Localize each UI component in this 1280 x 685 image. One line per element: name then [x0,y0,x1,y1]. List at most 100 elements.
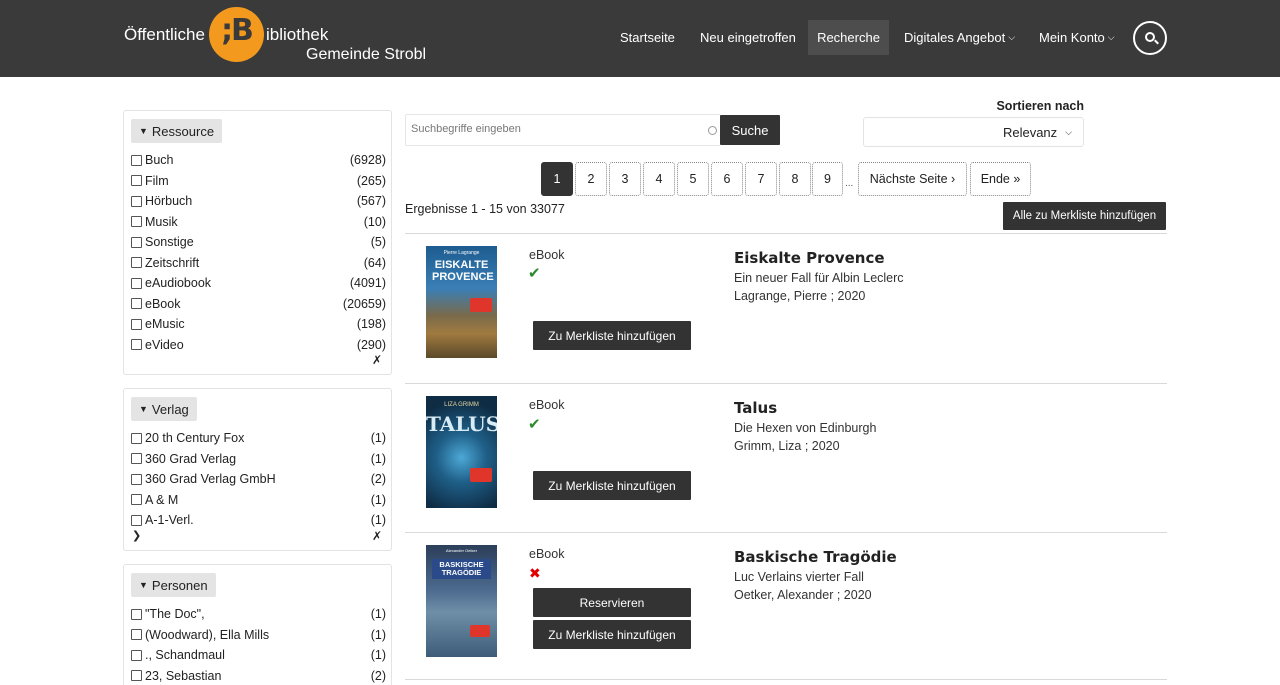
nav-startseite[interactable]: Startseite [620,20,675,55]
logo-subtitle[interactable]: Gemeinde Strobl [306,46,426,64]
facet-option-count: (4091) [349,276,386,290]
checkbox[interactable] [131,257,142,268]
logo-icon[interactable]: ;B [209,7,264,62]
facet-option[interactable]: ., Schandmaul (1) [131,646,386,664]
checkbox[interactable] [131,514,142,526]
facet-option[interactable]: eAudiobook (4091) [131,274,386,292]
facet-option-label: "The Doc", [145,607,205,621]
checkbox[interactable] [131,432,142,444]
clear-filter-icon[interactable]: ✗ [372,353,382,367]
checkbox[interactable] [131,670,142,681]
book-cover[interactable]: Pierre Lagrange EISKALTE PROVENCE [426,246,497,358]
facet-toggle-personen[interactable]: ▼ Personen [131,573,216,597]
facet-option[interactable]: eVideo (290) [131,336,386,354]
header-search-button[interactable] [1133,21,1167,55]
result-author-year: Oetker, Alexander ; 2020 [734,588,872,602]
search-button[interactable]: Suche [720,115,780,145]
facet-option[interactable]: Hörbuch (567) [131,192,386,210]
facet-option-label: A & M [145,492,179,507]
triangle-down-icon: ▼ [139,580,148,590]
logo-text-right[interactable]: ibliothek [266,25,328,45]
last-page-button[interactable]: Ende » [970,162,1031,196]
facet-option-label: Film [145,173,169,188]
cover-author: Alexander Oetker [445,548,478,553]
checkbox[interactable] [131,236,142,248]
checkbox[interactable] [131,277,142,289]
nav-neu-eingetroffen[interactable]: Neu eingetroffen [700,20,796,55]
facet-option[interactable]: "The Doc", (1) [131,605,386,623]
sort-selected-value: Relevanz [1002,124,1058,140]
chevron-down-icon: ⌵ [1008,32,1016,42]
checkbox[interactable] [131,649,142,661]
next-page-button[interactable]: Nächste Seite › [858,162,967,196]
checkbox[interactable] [131,608,142,620]
checkbox[interactable] [131,175,142,186]
facet-option[interactable]: eBook (20659) [131,295,386,313]
checkbox[interactable] [131,298,142,309]
facet-option[interactable]: eMusic (198) [131,315,386,333]
checkbox[interactable] [131,339,142,350]
facet-toggle-ressource[interactable]: ▼ Ressource [131,119,223,143]
book-cover[interactable]: LIZA GRIMM TALUS [426,396,497,508]
nav-recherche[interactable]: Recherche [808,20,889,55]
facet-option[interactable]: Film (265) [131,172,386,190]
page-3[interactable]: 3 [609,162,641,196]
checkbox[interactable] [131,494,142,505]
facet-option[interactable]: 20 th Century Fox (1) [131,429,386,447]
chevron-down-icon[interactable]: ❯ [132,529,141,542]
nav-mein-konto[interactable]: Mein Konto ⌵ [1039,20,1115,55]
facet-option[interactable]: Musik (10) [131,213,386,231]
book-cover[interactable]: Alexander Oetker BASKISCHE TRAGÖDIE [426,545,497,657]
page-4[interactable]: 4 [643,162,675,196]
add-all-to-list-button[interactable]: Alle zu Merkliste hinzufügen [1003,202,1166,230]
nav-label: Recherche [817,30,880,45]
facet-option-count: (265) [356,173,386,188]
facet-option-label: 23, Sebastian [145,668,222,683]
checkbox[interactable] [131,318,142,330]
add-to-list-button[interactable]: Zu Merkliste hinzufügen [533,620,691,649]
results-count: Ergebnisse 1 - 15 von 33077 [405,202,565,216]
facet-option[interactable]: (Woodward), Ella Mills (1) [131,626,386,644]
divider [405,383,1167,384]
result-title[interactable]: Baskische Tragödie [734,548,897,566]
facet-title: Verlag [151,401,189,417]
facet-option[interactable]: 360 Grad Verlag GmbH (2) [131,470,386,488]
search-input[interactable] [411,123,701,135]
page-2[interactable]: 2 [575,162,607,196]
logo-text-left[interactable]: Öffentliche [124,25,205,45]
checkbox[interactable] [131,453,142,464]
facet-option[interactable]: Buch (6928) [131,151,386,169]
facet-option[interactable]: A-1-Verl. (1) [131,511,386,529]
facet-option[interactable]: Zeitschrift (64) [131,254,386,272]
add-to-list-button[interactable]: Zu Merkliste hinzufügen [533,471,691,500]
result-title[interactable]: Talus [734,399,777,417]
page-6[interactable]: 6 [711,162,743,196]
checkbox[interactable] [131,473,142,485]
checkbox[interactable] [131,195,142,207]
nav-digitales-angebot[interactable]: Digitales Angebot ⌵ [904,20,1015,55]
facet-toggle-verlag[interactable]: ▼ Verlag [131,397,197,421]
facet-option[interactable]: A & M (1) [131,491,386,509]
facet-title: Personen [151,577,208,593]
page-9[interactable]: 9 [812,162,843,196]
clear-filter-icon[interactable]: ✗ [372,529,382,543]
facet-option-count: (1) [370,451,386,466]
result-title[interactable]: Eiskalte Provence [734,249,885,267]
page-8[interactable]: 8 [779,162,811,196]
page-7[interactable]: 7 [745,162,777,196]
facet-option-label: (Woodward), Ella Mills [145,627,270,642]
facet-option[interactable]: Sonstige (5) [131,233,386,251]
cover-author: Pierre Lagrange [443,250,480,256]
page-1[interactable]: 1 [541,162,573,196]
reserve-button[interactable]: Reservieren [533,588,691,617]
sort-select[interactable]: Relevanz ⌵ [863,117,1084,147]
add-to-list-button[interactable]: Zu Merkliste hinzufügen [533,321,691,350]
checkbox[interactable] [131,629,142,640]
page-5[interactable]: 5 [677,162,709,196]
checkbox[interactable] [131,216,142,227]
facet-option[interactable]: 23, Sebastian (2) [131,667,386,685]
media-type: eBook [529,248,565,262]
checkbox[interactable] [131,154,142,166]
facet-option-label: 360 Grad Verlag GmbH [145,472,276,486]
facet-option[interactable]: 360 Grad Verlag (1) [131,450,386,468]
